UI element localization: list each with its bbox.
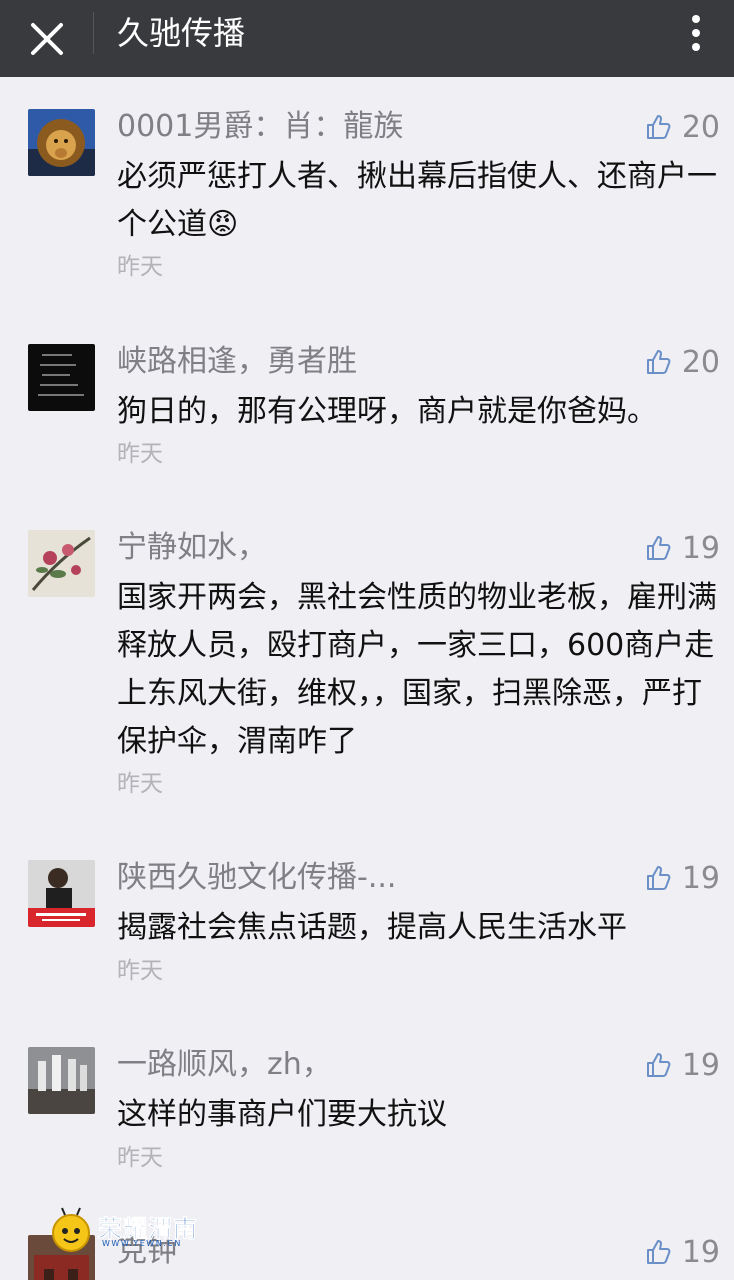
dark-text-avatar-icon: [28, 344, 95, 411]
thumbs-up-icon: [646, 866, 671, 890]
comment-content: 必须严惩打人者、揪出幕后指使人、还商户一个公道😡: [117, 159, 717, 242]
user-avatar[interactable]: [28, 344, 95, 411]
comment-content: 揭露社会焦点话题，提高人民生活水平: [117, 910, 627, 945]
like-count: 19: [681, 1234, 720, 1270]
watermark-logo: 荣耀渭南 WWW.YEWN.CN: [48, 1205, 208, 1255]
user-avatar[interactable]: [28, 530, 95, 597]
close-icon: [31, 23, 63, 55]
title-divider: [93, 12, 94, 54]
comment-nickname: 陕西久驰文化传播-...: [117, 860, 397, 895]
comment-time: 昨天: [117, 254, 163, 280]
bee-mascot-icon: [52, 1207, 90, 1252]
user-avatar[interactable]: [28, 860, 95, 927]
thumbs-up-icon: [646, 115, 671, 139]
like-count: 19: [681, 860, 720, 896]
more-vertical-icon: [692, 15, 700, 51]
comment-nickname: 峡路相逢，勇者胜: [117, 344, 357, 379]
comment-content: 狗日的，那有公理呀，商户就是你爸妈。: [117, 394, 657, 429]
comment-time: 昨天: [117, 771, 163, 797]
like-button[interactable]: 19: [646, 858, 720, 898]
user-avatar[interactable]: [28, 109, 95, 176]
like-count: 19: [681, 1047, 720, 1083]
lion-avatar-icon: [28, 109, 95, 176]
like-count: 20: [681, 344, 720, 380]
like-count: 20: [681, 109, 720, 145]
like-button[interactable]: 20: [646, 342, 720, 382]
flower-painting-avatar-icon: [28, 530, 95, 597]
comment-nickname: 一路顺风，zh，: [117, 1047, 332, 1082]
like-button[interactable]: 20: [646, 107, 720, 147]
close-button[interactable]: [22, 14, 72, 64]
thumbs-up-icon: [646, 1240, 671, 1264]
comment-time: 昨天: [117, 1145, 163, 1171]
comment-list[interactable]: 0001男爵：肖：龍族 20 必须严惩打人者、揪出幕后指使人、还商户一个公道😡 …: [0, 77, 734, 1280]
watermark-url: WWW.YEWN.CN: [102, 1239, 182, 1248]
comment-nickname: 0001男爵：肖：龍族: [117, 109, 404, 144]
like-button[interactable]: 19: [646, 1232, 720, 1272]
thumbs-up-icon: [646, 536, 671, 560]
like-button[interactable]: 19: [646, 1045, 720, 1085]
thumbs-up-icon: [646, 350, 671, 374]
comment-content: 国家开两会，黑社会性质的物业老板，雇刑满释放人员，殴打商户，一家三口，600商户…: [117, 580, 717, 759]
comment-nickname: 宁静如水，: [117, 530, 267, 565]
like-count: 19: [681, 530, 720, 566]
statue-photo-avatar-icon: [28, 1047, 95, 1114]
page-title: 久驰传播: [117, 14, 246, 52]
thumbs-up-icon: [646, 1053, 671, 1077]
comment-time: 昨天: [117, 441, 163, 467]
comment-content: 这样的事商户们要大抗议: [117, 1097, 447, 1132]
like-button[interactable]: 19: [646, 528, 720, 568]
user-avatar[interactable]: [28, 1047, 95, 1114]
person-logo-avatar-icon: [28, 860, 95, 927]
more-options-button[interactable]: [678, 8, 714, 58]
title-bar: 久驰传播: [0, 0, 734, 77]
comment-time: 昨天: [117, 958, 163, 984]
